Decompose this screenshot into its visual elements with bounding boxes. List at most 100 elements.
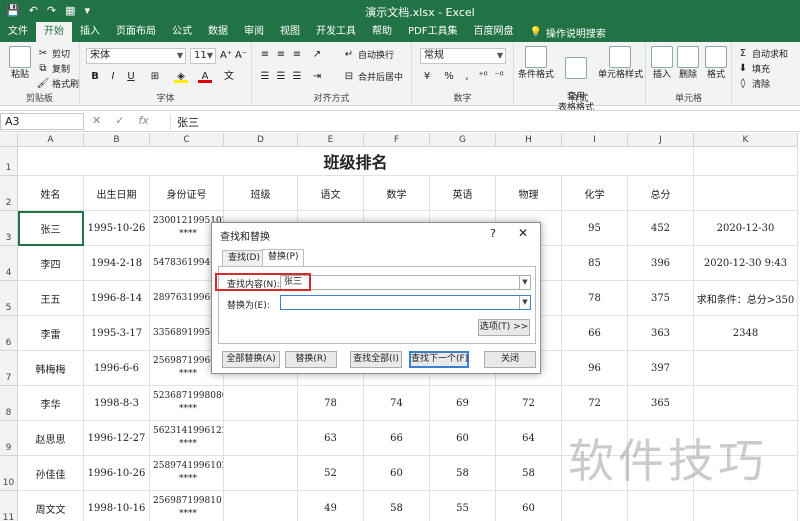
close-icon[interactable]: ✕ (518, 226, 528, 240)
column-header[interactable]: I (562, 133, 628, 147)
insert-cells-button[interactable]: 插入 (650, 46, 674, 81)
table-cell[interactable]: 78 (562, 281, 628, 316)
paste-button[interactable]: 粘贴 (6, 46, 34, 81)
replace-all-button[interactable]: 全部替换(A) (222, 351, 280, 368)
row-header[interactable]: 9 (0, 421, 18, 456)
tab-data[interactable]: 数据 (200, 22, 236, 42)
table-cell[interactable]: 55 (430, 491, 496, 521)
sheet-title[interactable]: 班级排名 (18, 147, 694, 176)
fill-button[interactable]: ⬇ 填充 (736, 62, 770, 75)
cell[interactable] (694, 147, 798, 176)
align-middle-button[interactable]: ≡ (274, 48, 288, 61)
font-name-select[interactable]: 宋体 ▼ (86, 48, 186, 64)
find-input[interactable]: 张三 ▼ (280, 275, 531, 290)
cancel-icon[interactable]: ✕ (92, 114, 101, 127)
row-header[interactable]: 11 (0, 491, 18, 521)
find-next-button[interactable]: 查找下一个(F) (409, 351, 469, 368)
table-cell[interactable]: 2020-12-30 (694, 211, 798, 246)
column-header[interactable]: B (84, 133, 150, 147)
table-cell[interactable]: 1995-3-17 (84, 316, 150, 351)
column-header[interactable]: H (496, 133, 562, 147)
tab-find[interactable]: 查找(D) (222, 250, 266, 266)
tab-page-layout[interactable]: 页面布局 (108, 22, 164, 42)
table-cell[interactable]: 375 (628, 281, 694, 316)
align-top-button[interactable]: ≡ (258, 48, 272, 61)
column-header[interactable]: G (430, 133, 496, 147)
conditional-format-button[interactable]: 条件格式 (518, 46, 554, 81)
fill-color-button[interactable]: ◈ (174, 70, 188, 83)
table-cell[interactable]: 66 (562, 316, 628, 351)
table-cell[interactable]: 60 (364, 456, 430, 491)
tab-help[interactable]: 帮助 (364, 22, 400, 42)
table-cell[interactable]: 赵思思 (18, 421, 84, 456)
clear-button[interactable]: ◊ 清除 (736, 77, 771, 90)
table-cell[interactable] (224, 491, 298, 521)
table-cell[interactable]: 96 (562, 351, 628, 386)
table-cell[interactable] (224, 456, 298, 491)
borders-button[interactable]: ⊞ (148, 70, 162, 83)
column-header[interactable]: A (18, 133, 84, 147)
font-size-select[interactable]: 11 ▼ (190, 48, 216, 64)
percent-button[interactable]: % (442, 70, 456, 83)
table-cell[interactable] (694, 386, 798, 421)
table-cell[interactable] (224, 421, 298, 456)
row-header[interactable]: 10 (0, 456, 18, 491)
column-title[interactable]: 英语 (430, 176, 496, 211)
table-cell[interactable]: 64 (496, 421, 562, 456)
autosum-button[interactable]: Σ 自动求和 (736, 47, 788, 60)
column-title[interactable]: 身份证号 (150, 176, 224, 211)
table-cell[interactable]: 李四 (18, 246, 84, 281)
table-cell[interactable]: 1998-10-16 (84, 491, 150, 521)
table-cell[interactable]: 452 (628, 211, 694, 246)
table-cell[interactable]: 1996-12-27 (84, 421, 150, 456)
chevron-down-icon[interactable]: ▼ (519, 296, 530, 309)
font-shrink-button[interactable]: A⁻ (234, 49, 248, 62)
formula-input[interactable]: 张三 (170, 114, 790, 130)
increase-decimal-button[interactable]: ⁺⁰ (476, 70, 490, 83)
table-cell[interactable]: 1998-8-3 (84, 386, 150, 421)
tab-replace[interactable]: 替换(P) (262, 249, 305, 267)
column-header[interactable]: C (150, 133, 224, 147)
tab-file[interactable]: 文件 (0, 22, 36, 42)
table-cell[interactable]: 2020-12-30 9:43 (694, 246, 798, 281)
font-grow-button[interactable]: A⁺ (219, 49, 233, 62)
column-title[interactable]: 语文 (298, 176, 364, 211)
row-header[interactable]: 7 (0, 351, 18, 386)
chevron-down-icon[interactable]: ▼ (519, 276, 530, 289)
table-cell[interactable]: 52 (298, 456, 364, 491)
table-cell[interactable] (562, 491, 628, 521)
table-cell[interactable]: 1996-10-26 (84, 456, 150, 491)
table-cell[interactable]: 周文文 (18, 491, 84, 521)
table-cell[interactable]: 王五 (18, 281, 84, 316)
column-title[interactable]: 出生日期 (84, 176, 150, 211)
column-header[interactable]: J (628, 133, 694, 147)
close-button[interactable]: 关闭 (484, 351, 536, 368)
column-header[interactable]: E (298, 133, 364, 147)
column-header[interactable]: F (364, 133, 430, 147)
copy-button[interactable]: ⧉ 复制 (36, 62, 70, 75)
indent-button[interactable]: ⇥ (310, 70, 324, 83)
insert-function-icon[interactable]: fx (138, 114, 148, 127)
table-cell[interactable]: 72 (496, 386, 562, 421)
table-cell[interactable]: 95 (562, 211, 628, 246)
replace-input[interactable]: ▼ (280, 295, 531, 310)
row-header[interactable]: 4 (0, 246, 18, 281)
italic-button[interactable]: I (106, 70, 120, 83)
table-cell[interactable]: 孙佳佳 (18, 456, 84, 491)
tab-insert[interactable]: 插入 (72, 22, 108, 42)
orientation-button[interactable]: ↗ (310, 48, 324, 61)
row-header[interactable]: 3 (0, 211, 18, 246)
help-icon[interactable]: ? (490, 227, 496, 240)
id-number-cell[interactable]: 25897419961026 **** (150, 456, 224, 491)
row-header[interactable]: 2 (0, 176, 18, 211)
column-title[interactable] (694, 176, 798, 211)
align-center-button[interactable]: ☰ (274, 70, 288, 83)
column-title[interactable]: 数学 (364, 176, 430, 211)
table-cell[interactable]: 49 (298, 491, 364, 521)
table-cell[interactable]: 85 (562, 246, 628, 281)
comma-button[interactable]: , (460, 70, 474, 83)
column-title[interactable]: 班级 (224, 176, 298, 211)
phonetic-button[interactable]: 文 (222, 70, 236, 83)
table-cell[interactable]: 60 (430, 421, 496, 456)
table-cell[interactable]: 365 (628, 386, 694, 421)
